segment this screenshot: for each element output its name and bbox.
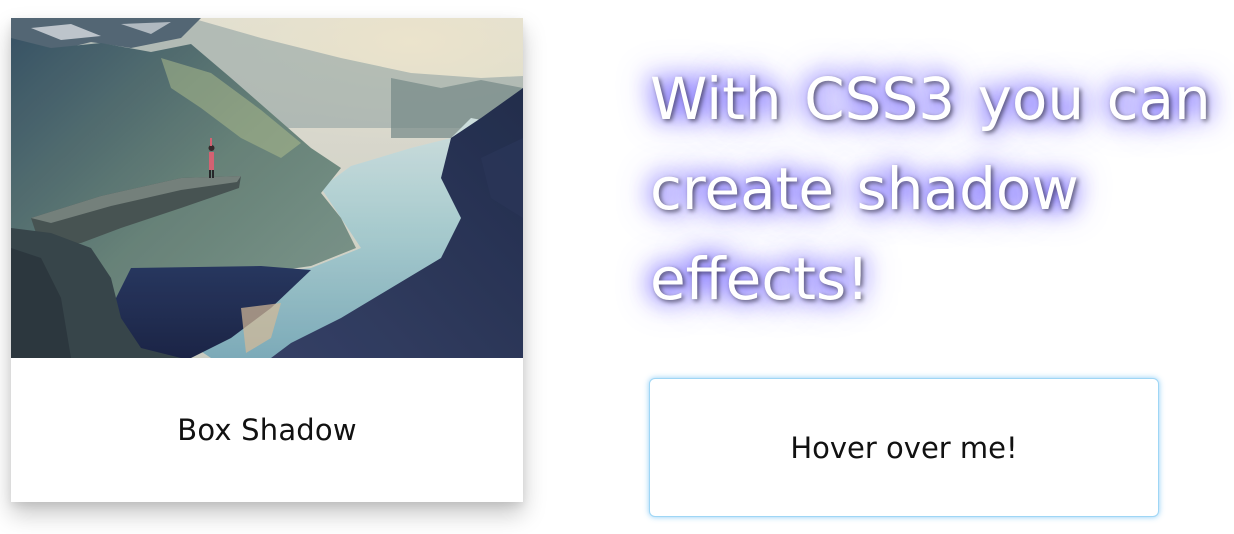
- hover-button-label: Hover over me!: [790, 430, 1018, 465]
- heading-line: create shadow: [650, 155, 1079, 223]
- shadow-heading: With CSS3 you can create shadow effects!: [650, 54, 1234, 324]
- heading-line: With CSS3 you can: [650, 65, 1211, 133]
- page: Box Shadow With CSS3 you can create shad…: [0, 0, 1234, 534]
- hover-button[interactable]: Hover over me!: [649, 378, 1159, 517]
- card-caption: Box Shadow: [177, 413, 357, 447]
- heading-line: effects!: [650, 245, 870, 313]
- box-shadow-card: Box Shadow: [11, 18, 523, 502]
- landscape-image: [11, 18, 523, 358]
